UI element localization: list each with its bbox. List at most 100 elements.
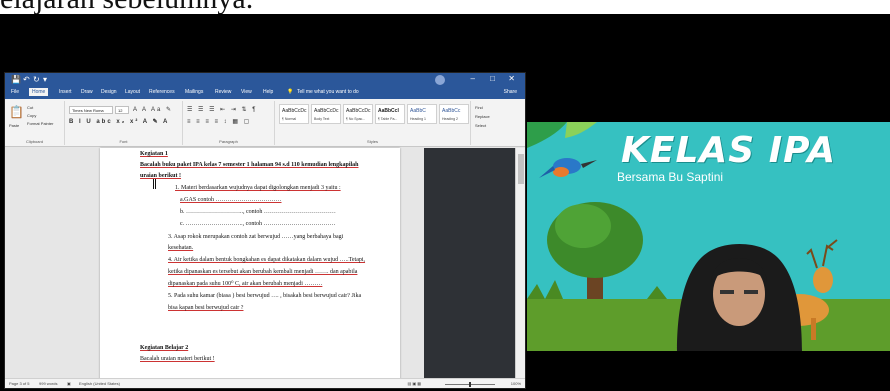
question-1c: c. ……………………….., contoh ……………………………… — [180, 221, 336, 227]
styles-group: AaBbCcDc ¶ Normal AaBbCcDc Body Text AaB… — [275, 101, 471, 145]
instruction-line-1: Bacalah buku paket IPA kelas 7 semester … — [140, 162, 359, 168]
format-buttons[interactable]: B I U abc x₂ x² A ✎ A — [69, 118, 169, 125]
zoom-slider-thumb[interactable] — [469, 382, 471, 387]
caption-text: elajaran sebelumnya. — [0, 0, 253, 14]
document-area: Kegiatan 1 Bacalah buku paket IPA kelas … — [5, 148, 525, 380]
caption-strip: elajaran sebelumnya. — [0, 0, 890, 14]
grow-shrink-font-buttons[interactable]: A A Aa ✎ — [133, 106, 173, 113]
styles-label: Styles — [367, 139, 378, 144]
style-body-text[interactable]: AaBbCcDc Body Text — [311, 104, 341, 124]
tab-help[interactable]: Help — [263, 89, 273, 95]
leaf-decoration — [565, 122, 597, 138]
share-button[interactable]: Share — [504, 89, 517, 95]
maximize-button[interactable]: □ — [490, 74, 495, 83]
text-cursor-icon — [153, 179, 156, 189]
instruction-line-3: Bacalah uraian materi berikut ! — [140, 356, 215, 362]
style-preview: AaBbCcDc — [314, 108, 339, 114]
copy-button[interactable]: Copy — [27, 113, 36, 118]
paragraph-label: Paragraph — [219, 139, 238, 144]
word-window[interactable]: 💾 ↶ ↻ ▾ – □ ✕ File Home Insert Draw Desi… — [4, 72, 526, 389]
style-normal[interactable]: AaBbCcDc ¶ Normal — [279, 104, 309, 124]
font-size-select[interactable]: 12 — [115, 106, 129, 114]
tab-layout[interactable]: Layout — [125, 89, 140, 95]
instruction-line-2: uraian berikut ! — [140, 173, 182, 179]
undo-icon[interactable]: ↶ — [23, 75, 30, 85]
page-count[interactable]: Page 3 of 5 — [9, 381, 29, 386]
paste-button[interactable]: Paste — [9, 123, 19, 128]
align-buttons[interactable]: ≡ ≡ ≡ ≡ ↕ ▦ ▢ — [187, 118, 251, 125]
tab-insert[interactable]: Insert — [59, 89, 72, 95]
style-preview: AaBbCc — [442, 108, 461, 114]
tab-review[interactable]: Review — [215, 89, 231, 95]
style-name: Heading 2 — [442, 117, 458, 121]
style-preview: AaBbCcDc — [346, 108, 371, 114]
minimize-button[interactable]: – — [471, 74, 475, 83]
ribbon-tabs: File Home Insert Draw Design Layout Refe… — [5, 87, 525, 99]
question-3: 3. Asap rokok merupakan contoh zat berwu… — [168, 234, 344, 240]
question-1: 1. Materi berdasarkan wujudnya dapat dig… — [175, 185, 341, 191]
clipboard-label: Clipboard — [25, 139, 44, 144]
question-1a: a.GAS contoh …………………………… — [180, 197, 282, 203]
close-button[interactable]: ✕ — [508, 74, 515, 83]
presenter-video — [677, 244, 802, 351]
word-titlebar: 💾 ↶ ↻ ▾ – □ ✕ — [5, 73, 525, 87]
question-5: 5. Pada suhu kamar (biasa ) besi berwuju… — [168, 293, 362, 299]
tab-home[interactable]: Home — [29, 88, 49, 96]
tab-mailings[interactable]: Mailings — [185, 89, 203, 95]
question-4-cont2: dipanaskan pada suhu 100⁰ C, air akan be… — [168, 281, 323, 287]
style-heading-2[interactable]: AaBbCc Heading 2 — [439, 104, 469, 124]
style-preview: AaBbCcDc — [282, 108, 307, 114]
ribbon: 📋 Paste Cut Copy Format Painter Clipboar… — [5, 99, 525, 147]
style-name: Body Text — [314, 117, 330, 121]
tab-design[interactable]: Design — [101, 89, 117, 95]
language-status[interactable]: English (United States) — [79, 381, 120, 386]
save-icon[interactable]: 💾 — [11, 75, 21, 85]
paste-icon[interactable]: 📋 — [9, 105, 24, 119]
replace-button[interactable]: Replace — [475, 114, 490, 119]
tab-draw[interactable]: Draw — [81, 89, 93, 95]
side-pane — [424, 148, 515, 380]
list-buttons[interactable]: ☰ ☰ ☰ ⇤ ⇥ ⇅ ¶ — [187, 106, 257, 113]
question-4: 4. Air ketika dalam bentuk bongkahan es … — [168, 257, 366, 263]
meeting-stage: 💾 ↶ ↻ ▾ – □ ✕ File Home Insert Draw Desi… — [0, 14, 890, 391]
style-name: ¶ No Spac... — [346, 117, 366, 121]
camera-title: KELAS IPA — [621, 130, 837, 171]
kingfisher-bird-icon — [539, 158, 597, 178]
redo-icon[interactable]: ↻ — [33, 75, 40, 85]
word-count[interactable]: 999 words — [39, 381, 57, 386]
question-1b: b. ……………………….., contoh ……………………………… — [180, 209, 336, 215]
style-table-paragraph[interactable]: AaBbCcI ¶ Table Pa... — [375, 104, 405, 124]
style-preview: AaBbCcI — [378, 108, 399, 114]
style-name: ¶ Table Pa... — [378, 117, 398, 121]
zoom-level[interactable]: 100% — [511, 381, 521, 386]
select-button[interactable]: Select — [475, 123, 486, 128]
camera-subtitle: Bersama Bu Saptini — [617, 170, 724, 184]
style-name: ¶ Normal — [282, 117, 297, 121]
document-page[interactable]: Kegiatan 1 Bacalah buku paket IPA kelas … — [100, 148, 400, 380]
font-label: Font — [119, 139, 128, 144]
paragraph-group: ☰ ☰ ☰ ⇤ ⇥ ⇅ ¶ ≡ ≡ ≡ ≡ ↕ ▦ ▢ Paragraph — [183, 101, 275, 145]
lightbulb-icon: 💡 — [287, 89, 294, 95]
view-mode-buttons[interactable]: ▤ ▣ ▦ — [407, 381, 421, 386]
cut-button[interactable]: Cut — [27, 105, 33, 110]
format-painter-button[interactable]: Format Painter — [27, 121, 53, 126]
tab-references[interactable]: References — [149, 89, 175, 95]
style-heading-1[interactable]: AaBbC Heading 1 — [407, 104, 437, 124]
tab-file[interactable]: File — [11, 89, 19, 95]
activity-2-heading: Kegiatan Belajar 2 — [140, 345, 189, 351]
style-no-spacing[interactable]: AaBbCcDc ¶ No Spac... — [343, 104, 373, 124]
clipboard-group: 📋 Paste Cut Copy Format Painter Clipboar… — [5, 101, 65, 145]
editing-group: Find Replace Select — [471, 101, 525, 145]
style-preview: AaBbC — [410, 108, 426, 114]
leaf-decoration — [527, 122, 567, 148]
tell-me-search[interactable]: Tell me what you want to do — [297, 89, 359, 95]
account-avatar[interactable] — [435, 75, 445, 85]
qat-dropdown-icon[interactable]: ▾ — [43, 75, 47, 85]
camera-tile: KELAS IPA Bersama Bu Saptini — [527, 122, 890, 351]
vertical-scrollbar[interactable] — [515, 148, 525, 380]
scrollbar-thumb[interactable] — [518, 154, 524, 184]
proofing-icon[interactable]: ▣ — [67, 381, 71, 386]
tab-view[interactable]: View — [241, 89, 252, 95]
font-name-select[interactable]: Times New Roma — [69, 106, 113, 114]
find-button[interactable]: Find — [475, 105, 483, 110]
